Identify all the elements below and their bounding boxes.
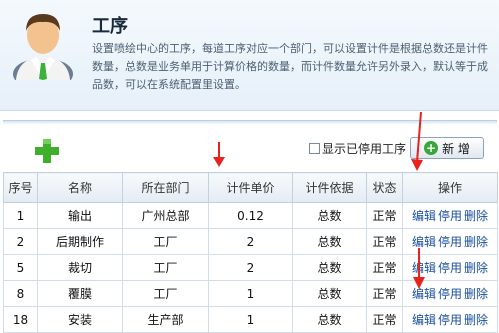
cell-name: 裁切 (37, 254, 123, 281)
disable-link[interactable]: 停用 (438, 235, 462, 249)
cell-status: 正常 (366, 280, 403, 307)
header-actions: 操作 (402, 172, 498, 203)
cell-name: 覆膜 (37, 280, 123, 307)
user-avatar-icon (13, 14, 73, 80)
header-name[interactable]: 名称 (37, 172, 123, 203)
delete-link[interactable]: 删除 (464, 235, 488, 249)
disable-link[interactable]: 停用 (438, 261, 462, 275)
cell-actions: 编辑 停用 删除 (402, 202, 498, 229)
cell-status: 正常 (366, 306, 403, 333)
edit-link[interactable]: 编辑 (412, 209, 436, 223)
cell-price: 0.12 (208, 202, 293, 229)
cell-id: 2 (3, 228, 38, 255)
cell-id: 8 (3, 280, 38, 307)
red-arrow-icon (411, 112, 423, 171)
delete-link[interactable]: 删除 (464, 287, 488, 301)
page-title: 工序 (92, 16, 128, 37)
cell-status: 正常 (366, 228, 403, 255)
red-arrow-icon (213, 142, 225, 167)
show-disabled-label: 显示已停用工序 (322, 141, 407, 156)
cell-actions: 编辑 停用 删除 (402, 306, 498, 333)
cell-basis: 总数 (292, 202, 367, 229)
cell-id: 5 (3, 254, 38, 281)
cell-dept: 工厂 (122, 228, 209, 255)
cell-dept: 工厂 (122, 254, 209, 281)
edit-link[interactable]: 编辑 (412, 313, 436, 327)
cell-basis: 总数 (292, 228, 367, 255)
cell-status: 正常 (366, 202, 403, 229)
cell-price: 1 (208, 306, 293, 333)
header-dept[interactable]: 所在部门 (122, 172, 209, 203)
header-id[interactable]: 序号 (3, 172, 38, 203)
cell-price: 2 (208, 228, 293, 255)
show-disabled-checkbox[interactable] (309, 142, 320, 154)
cell-name: 后期制作 (37, 228, 123, 255)
show-disabled-toggle[interactable]: 显示已停用工序 (309, 139, 406, 157)
edit-link[interactable]: 编辑 (412, 235, 436, 249)
cell-dept: 广州总部 (122, 202, 209, 229)
header-basis[interactable]: 计件依据 (292, 172, 367, 203)
delete-link[interactable]: 删除 (464, 313, 488, 327)
table-row: 18 安装 生产部 1 总数 正常 编辑 停用 删除 (3, 306, 498, 333)
header-status[interactable]: 状态 (366, 172, 403, 203)
disable-link[interactable]: 停用 (438, 209, 462, 223)
cell-name: 安装 (37, 306, 123, 333)
cell-dept: 工厂 (122, 280, 209, 307)
disable-link[interactable]: 停用 (438, 313, 462, 327)
cell-basis: 总数 (292, 280, 367, 307)
page-description: 设置喷绘中心的工序，每道工序对应一个部门，可以设置计件是根据总数还是计件数量，总… (92, 42, 488, 91)
table-row: 1 输出 广州总部 0.12 总数 正常 编辑 停用 删除 (3, 202, 498, 229)
add-circle-icon: + (424, 141, 439, 155)
cell-price: 2 (208, 254, 293, 281)
cell-id: 18 (3, 306, 38, 333)
cell-price: 1 (208, 280, 293, 307)
cell-name: 输出 (37, 202, 123, 229)
cell-basis: 总数 (292, 254, 367, 281)
disable-link[interactable]: 停用 (438, 287, 462, 301)
cell-dept: 生产部 (122, 306, 209, 333)
header-price[interactable]: 计件单价 (208, 172, 293, 203)
cell-status: 正常 (366, 254, 403, 281)
table-header-row: 序号 名称 所在部门 计件单价 计件依据 状态 操作 (3, 172, 498, 203)
page-header: 工序 设置喷绘中心的工序，每道工序对应一个部门，可以设置计件是根据总数还是计件数… (0, 0, 499, 111)
delete-link[interactable]: 删除 (464, 261, 488, 275)
cell-basis: 总数 (292, 306, 367, 333)
new-button-label: 新 增 (442, 141, 470, 156)
red-arrow-icon (413, 248, 425, 289)
cell-id: 1 (3, 202, 38, 229)
delete-link[interactable]: 删除 (464, 209, 488, 223)
green-plus-icon[interactable] (33, 137, 61, 165)
